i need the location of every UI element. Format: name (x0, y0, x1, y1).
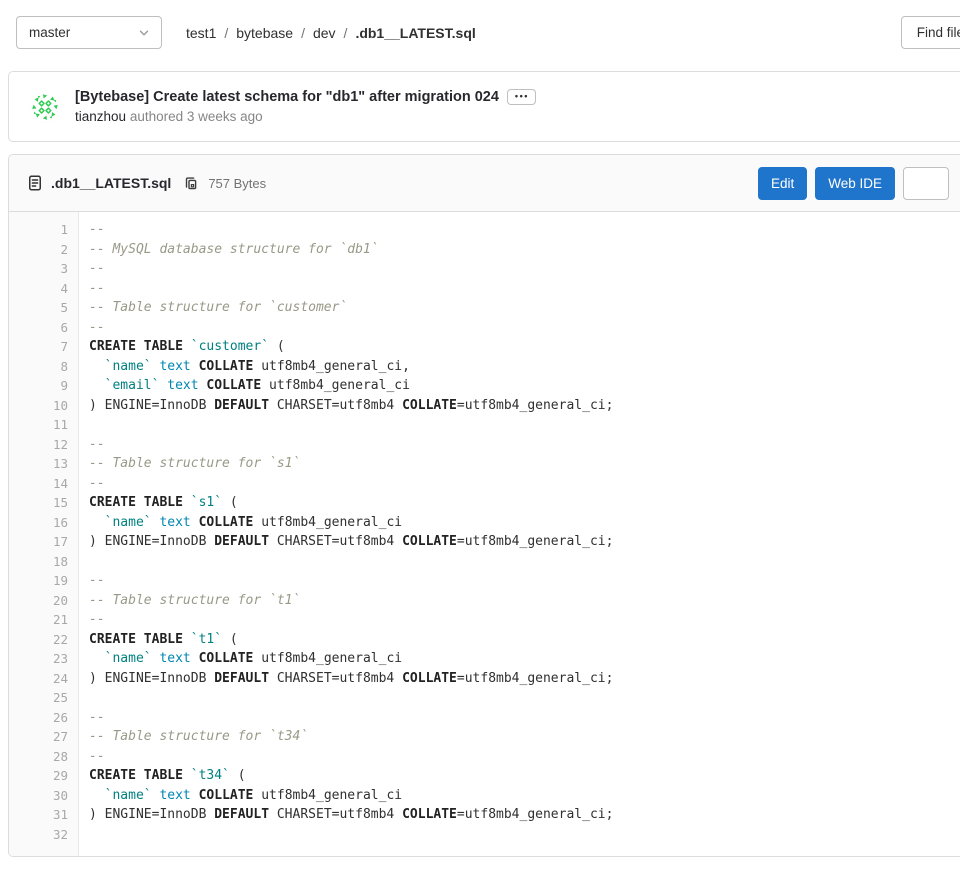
breadcrumb-separator: / (224, 25, 228, 41)
code-line: ) ENGINE=InnoDB DEFAULT CHARSET=utf8mb4 … (89, 396, 960, 416)
line-number[interactable]: 15 (9, 493, 78, 513)
line-number[interactable]: 21 (9, 610, 78, 630)
code-line: ) ENGINE=InnoDB DEFAULT CHARSET=utf8mb4 … (89, 532, 960, 552)
breadcrumb-item-folder-2[interactable]: dev (313, 25, 336, 41)
code-line: -- (89, 435, 960, 455)
commit-meta-text: authored 3 weeks ago (130, 109, 263, 124)
code-line: -- Table structure for `t1` (89, 591, 960, 611)
line-number[interactable]: 2 (9, 240, 78, 260)
chevron-down-icon (137, 26, 151, 40)
line-number[interactable]: 8 (9, 357, 78, 377)
commit-info: [Bytebase] Create latest schema for "db1… (75, 89, 536, 124)
code-line: `name` text COLLATE utf8mb4_general_ci (89, 649, 960, 669)
line-number[interactable]: 4 (9, 279, 78, 299)
code-line: -- (89, 259, 960, 279)
line-number[interactable]: 25 (9, 688, 78, 708)
code-line (89, 825, 960, 845)
line-number[interactable]: 14 (9, 474, 78, 494)
branch-selector[interactable]: master (16, 16, 162, 49)
file-header: .db1__LATEST.sql 757 Bytes Edit Web IDE (9, 155, 960, 212)
breadcrumb-item-repo[interactable]: test1 (186, 25, 216, 41)
code-line: -- Table structure for `s1` (89, 454, 960, 474)
line-number[interactable]: 3 (9, 259, 78, 279)
file-viewer: .db1__LATEST.sql 757 Bytes Edit Web IDE … (8, 154, 960, 857)
code-line: CREATE TABLE `t34` ( (89, 766, 960, 786)
branch-name: master (29, 25, 70, 40)
line-number[interactable]: 9 (9, 376, 78, 396)
line-number[interactable]: 13 (9, 454, 78, 474)
code-line: ) ENGINE=InnoDB DEFAULT CHARSET=utf8mb4 … (89, 805, 960, 825)
code-line: `name` text COLLATE utf8mb4_general_ci, (89, 357, 960, 377)
line-number[interactable]: 23 (9, 649, 78, 669)
code-line: -- (89, 747, 960, 767)
code-line: CREATE TABLE `t1` ( (89, 630, 960, 650)
code-line: -- (89, 708, 960, 728)
breadcrumb: test1 / bytebase / dev / .db1__LATEST.sq… (186, 25, 476, 41)
code-line (89, 415, 960, 435)
code-line: -- (89, 318, 960, 338)
code-line: -- (89, 474, 960, 494)
line-number[interactable]: 11 (9, 415, 78, 435)
commit-expand-button[interactable]: ••• (507, 89, 536, 105)
copy-icon (183, 175, 199, 191)
breadcrumb-separator: / (301, 25, 305, 41)
code-line (89, 688, 960, 708)
line-number[interactable]: 6 (9, 318, 78, 338)
line-number[interactable]: 5 (9, 298, 78, 318)
action-button-partial[interactable] (903, 167, 949, 200)
find-file-button[interactable]: Find file (901, 16, 960, 49)
code-lines: ---- MySQL database structure for `db1`-… (79, 212, 960, 856)
code-line: -- (89, 220, 960, 240)
code-line: -- Table structure for `t34` (89, 727, 960, 747)
line-number[interactable]: 18 (9, 552, 78, 572)
breadcrumb-item-file: .db1__LATEST.sql (355, 25, 475, 41)
code-line: -- (89, 610, 960, 630)
code-line: CREATE TABLE `customer` ( (89, 337, 960, 357)
code-line: `name` text COLLATE utf8mb4_general_ci (89, 513, 960, 533)
breadcrumb-item-folder-1[interactable]: bytebase (236, 25, 293, 41)
code-view: 1234567891011121314151617181920212223242… (9, 212, 960, 856)
line-number[interactable]: 10 (9, 396, 78, 416)
commit-author-link[interactable]: tianzhou (75, 109, 126, 124)
code-line (89, 552, 960, 572)
avatar[interactable] (29, 91, 61, 123)
code-line: -- (89, 279, 960, 299)
line-number[interactable]: 17 (9, 532, 78, 552)
line-number[interactable]: 22 (9, 630, 78, 650)
line-number[interactable]: 16 (9, 513, 78, 533)
line-number[interactable]: 32 (9, 825, 78, 845)
line-number[interactable]: 26 (9, 708, 78, 728)
file-actions: Edit Web IDE (758, 167, 949, 200)
line-number[interactable]: 12 (9, 435, 78, 455)
file-size: 757 Bytes (208, 176, 266, 191)
file-name: .db1__LATEST.sql (51, 175, 171, 191)
code-line: -- (89, 571, 960, 591)
line-number[interactable]: 31 (9, 805, 78, 825)
line-number[interactable]: 30 (9, 786, 78, 806)
code-line: `email` text COLLATE utf8mb4_general_ci (89, 376, 960, 396)
code-line: ) ENGINE=InnoDB DEFAULT CHARSET=utf8mb4 … (89, 669, 960, 689)
document-icon (27, 175, 43, 191)
line-number[interactable]: 1 (9, 220, 78, 240)
code-line: `name` text COLLATE utf8mb4_general_ci (89, 786, 960, 806)
top-bar: master test1 / bytebase / dev / .db1__LA… (0, 0, 960, 65)
web-ide-button[interactable]: Web IDE (815, 167, 895, 200)
code-line: -- MySQL database structure for `db1` (89, 240, 960, 260)
line-number[interactable]: 20 (9, 591, 78, 611)
code-line: CREATE TABLE `s1` ( (89, 493, 960, 513)
line-number[interactable]: 7 (9, 337, 78, 357)
breadcrumb-separator: / (344, 25, 348, 41)
line-number[interactable]: 27 (9, 727, 78, 747)
line-numbers: 1234567891011121314151617181920212223242… (9, 212, 79, 856)
code-line: -- Table structure for `customer` (89, 298, 960, 318)
line-number[interactable]: 29 (9, 766, 78, 786)
line-number[interactable]: 19 (9, 571, 78, 591)
edit-button[interactable]: Edit (758, 167, 807, 200)
line-number[interactable]: 28 (9, 747, 78, 767)
last-commit-panel: [Bytebase] Create latest schema for "db1… (8, 71, 960, 142)
line-number[interactable]: 24 (9, 669, 78, 689)
copy-path-button[interactable] (183, 175, 199, 191)
commit-title-link[interactable]: [Bytebase] Create latest schema for "db1… (75, 89, 499, 105)
